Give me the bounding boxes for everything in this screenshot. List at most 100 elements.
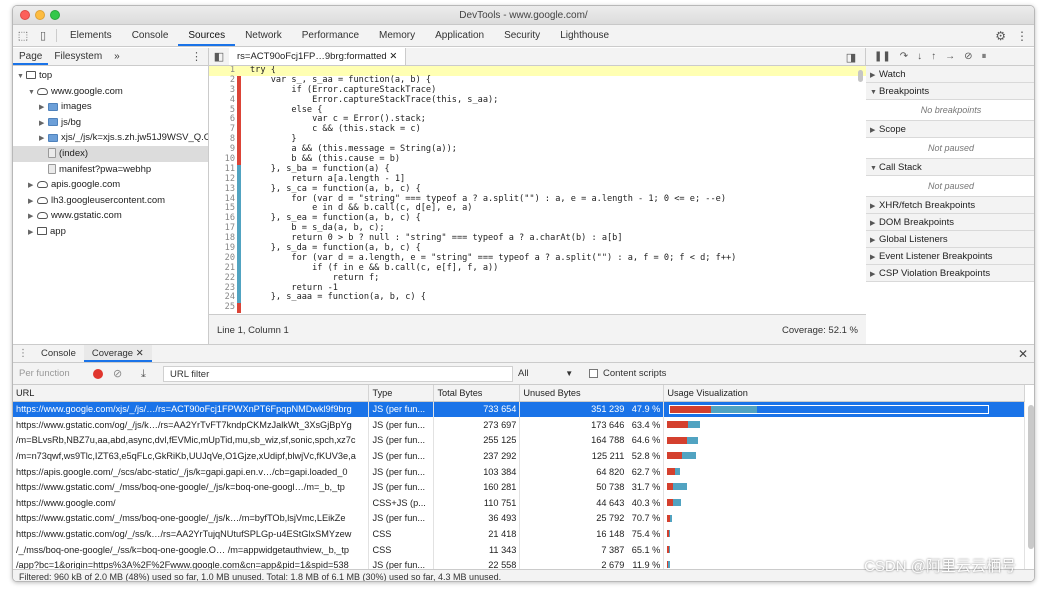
tab-security[interactable]: Security xyxy=(494,25,550,46)
window-close-button[interactable] xyxy=(20,10,30,20)
table-row[interactable]: https://www.gstatic.com/og/_/js/k…/rs=AA… xyxy=(13,417,1025,433)
table-row[interactable]: https://www.google.com/CSS+JS (p... 110 7… xyxy=(13,495,1025,511)
collapsed-arrow-icon[interactable]: ▶ xyxy=(28,178,37,193)
window-maximize-button[interactable] xyxy=(50,10,60,20)
close-icon[interactable]: ✕ xyxy=(136,348,144,359)
folder-icon xyxy=(48,102,58,111)
column-total-bytes[interactable]: Total Bytes xyxy=(433,385,521,402)
collapsed-arrow-icon[interactable]: ▶ xyxy=(39,100,48,115)
debugger-section-header[interactable]: ▶ Watch xyxy=(866,66,1034,83)
column-url[interactable]: URL xyxy=(13,385,370,402)
inspect-icon[interactable]: ⬚ xyxy=(13,25,33,46)
url-filter-input[interactable]: URL filter xyxy=(163,366,513,382)
record-icon[interactable] xyxy=(93,369,103,379)
collapsed-arrow-icon[interactable]: ▶ xyxy=(28,209,37,224)
tree-item[interactable]: ▶ images xyxy=(13,99,208,115)
tab-console[interactable]: Console xyxy=(122,25,179,46)
step-over-icon[interactable]: ↷ xyxy=(900,51,908,62)
line-number[interactable]: 25 xyxy=(209,302,237,313)
close-icon[interactable]: ✕ xyxy=(389,51,397,62)
debugger-section-header[interactable]: ▶ XHR/fetch Breakpoints xyxy=(866,197,1034,214)
collapsed-arrow-icon[interactable]: ▶ xyxy=(28,194,37,209)
tree-item[interactable]: ▶ lh3.googleusercontent.com xyxy=(13,193,208,209)
toggle-navigator-icon[interactable]: ◧ xyxy=(209,48,229,65)
collapsed-arrow-icon[interactable]: ▶ xyxy=(39,116,48,131)
pause-icon[interactable]: ❚❚ xyxy=(874,51,891,62)
pause-exceptions-icon[interactable]: ⏸ xyxy=(982,51,987,62)
tree-item[interactable]: ▶ apis.google.com xyxy=(13,177,208,193)
type-select[interactable]: All ▼ xyxy=(516,366,580,382)
deactivate-breakpoints-icon[interactable]: ⊘ xyxy=(964,51,972,62)
close-drawer-icon[interactable]: ✕ xyxy=(1018,345,1028,363)
tree-item[interactable]: ▶ app xyxy=(13,224,208,240)
tree-item[interactable]: manifest?pwa=webhp xyxy=(13,162,208,178)
unused-bytes-value: 7 387 xyxy=(601,544,625,555)
table-row[interactable]: /m=n73qwf,ws9Tlc,IZT63,e5qFLc,GkRiKb,UUJ… xyxy=(13,448,1025,464)
code-line[interactable]: 7 c && (this.stack = c) xyxy=(209,124,866,136)
clear-icon[interactable]: ⊘ xyxy=(113,363,122,385)
expanded-arrow-icon[interactable]: ▼ xyxy=(17,69,26,84)
debugger-section-header[interactable]: ▶ Event Listener Breakpoints xyxy=(866,248,1034,265)
device-icon[interactable]: ▯ xyxy=(33,25,53,46)
debugger-section-label: CSP Violation Breakpoints xyxy=(879,268,991,279)
tab-page[interactable]: Page xyxy=(13,48,49,65)
cell-total-bytes: 21 418 xyxy=(433,526,521,542)
drawer-tab-console[interactable]: Console xyxy=(33,345,84,362)
column-usage-visualization[interactable]: Usage Visualization xyxy=(663,385,1025,402)
table-scrollbar[interactable] xyxy=(1028,405,1034,549)
step-icon[interactable]: → xyxy=(945,51,955,62)
table-row[interactable]: https://www.gstatic.com/og/_/ss/k…/rs=AA… xyxy=(13,526,1025,542)
expanded-arrow-icon[interactable]: ▼ xyxy=(28,85,37,100)
tab-lighthouse[interactable]: Lighthouse xyxy=(550,25,619,46)
debugger-section-header[interactable]: ▶ DOM Breakpoints xyxy=(866,214,1034,231)
tab-filesystem[interactable]: Filesystem xyxy=(48,48,108,65)
table-row[interactable]: /m=BLvsRb,NBZ7u,aa,abd,async,dvl,fEVMic,… xyxy=(13,432,1025,449)
tab-memory[interactable]: Memory xyxy=(369,25,425,46)
gear-icon[interactable]: ⚙ xyxy=(995,29,1006,43)
table-row[interactable]: https://apis.google.com/_/scs/abc-static… xyxy=(13,463,1025,480)
column-type[interactable]: Type xyxy=(368,385,435,402)
window-minimize-button[interactable] xyxy=(35,10,45,20)
tree-item[interactable]: ▶ www.gstatic.com xyxy=(13,208,208,224)
drawer-menu-icon[interactable]: ⋮ xyxy=(13,345,33,362)
tree-item[interactable]: (index) xyxy=(13,145,208,162)
toggle-debugger-icon[interactable]: ◨ xyxy=(841,51,861,64)
table-row[interactable]: https://www.google.com/xjs/_/js/…/rs=ACT… xyxy=(13,401,1025,418)
code-line[interactable]: 25 xyxy=(209,302,866,314)
per-function-select[interactable]: Per function xyxy=(19,363,70,385)
debugger-section-header[interactable]: ▶ Global Listeners xyxy=(866,231,1034,248)
step-into-icon[interactable]: ↓ xyxy=(917,51,922,62)
tree-item[interactable]: ▶ xjs/_/js/k=xjs.s.zh.jw51J9WSV_Q.O xyxy=(13,130,208,146)
debugger-section-body: Not paused xyxy=(866,176,1034,197)
download-icon[interactable]: ⤓ xyxy=(141,363,146,385)
unused-percent-value: 65.1 % xyxy=(631,544,661,555)
editor-tab[interactable]: rs=ACT90oFcj1FP…9brg:formatted ✕ xyxy=(229,48,407,65)
code-area[interactable]: 1 try {2 var s_, s_aa = function(a, b) {3… xyxy=(209,66,866,314)
table-row[interactable]: https://www.gstatic.com/_/mss/boq-one-go… xyxy=(13,510,1025,527)
tab-sources[interactable]: Sources xyxy=(178,25,236,46)
tree-item[interactable]: ▼ top xyxy=(13,68,208,84)
step-out-icon[interactable]: ↑ xyxy=(931,51,936,62)
tree-item[interactable]: ▼ www.google.com xyxy=(13,84,208,100)
debugger-section-header[interactable]: ▼ Call Stack xyxy=(866,159,1034,176)
tab-performance[interactable]: Performance xyxy=(292,25,369,46)
kebab-icon[interactable]: ⋮ xyxy=(191,48,202,66)
tab-elements[interactable]: Elements xyxy=(60,25,122,46)
more-tabs-button[interactable]: » xyxy=(108,48,126,65)
editor-scrollbar[interactable] xyxy=(858,70,863,82)
debugger-section-header[interactable]: ▶ CSP Violation Breakpoints xyxy=(866,265,1034,282)
kebab-icon[interactable]: ⋮ xyxy=(1016,29,1028,43)
code-line[interactable]: 24 }, s_aaa = function(a, b, c) { xyxy=(209,293,866,304)
tab-network[interactable]: Network xyxy=(235,25,292,46)
debugger-section-header[interactable]: ▶ Scope xyxy=(866,121,1034,138)
tab-application[interactable]: Application xyxy=(425,25,494,46)
collapsed-arrow-icon[interactable]: ▶ xyxy=(28,225,37,240)
collapsed-arrow-icon[interactable]: ▶ xyxy=(39,131,48,146)
table-row[interactable]: https://www.gstatic.com/_/mss/boq-one-go… xyxy=(13,479,1025,496)
content-scripts-checkbox[interactable] xyxy=(589,369,598,378)
column-unused-bytes[interactable]: Unused Bytes xyxy=(519,385,665,402)
debugger-section-header[interactable]: ▼ Breakpoints xyxy=(866,83,1034,100)
drawer-tab-coverage[interactable]: Coverage ✕ xyxy=(83,345,152,362)
tree-item[interactable]: ▶ js/bg xyxy=(13,115,208,131)
code-text: b && (this.cause = b) xyxy=(250,154,401,165)
